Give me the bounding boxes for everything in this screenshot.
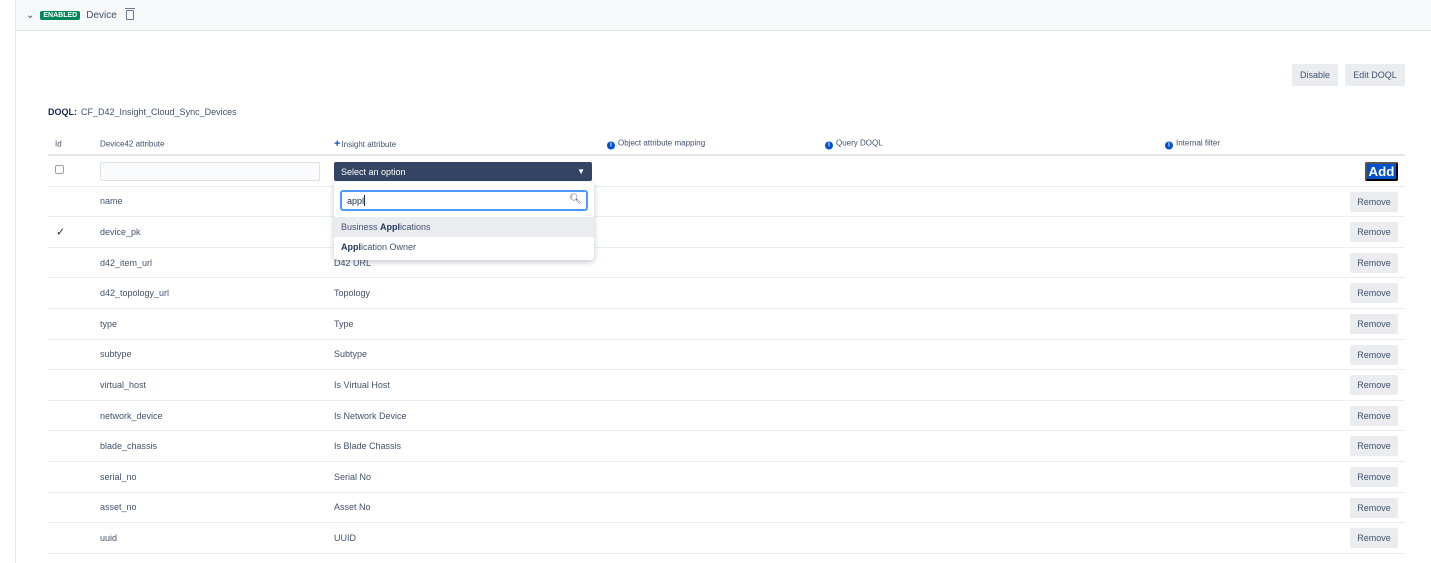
remove-button[interactable]: Remove (1350, 252, 1398, 273)
option-match: Appl (380, 222, 401, 232)
chevron-down-icon[interactable]: ⌄ (26, 10, 34, 21)
device42-attribute: subtype (100, 349, 132, 360)
info-icon[interactable]: i (607, 141, 615, 150)
search-value: appl (347, 195, 365, 206)
table-row: subtype Subtype Remove (48, 340, 1405, 371)
col-query: i Query DOQL (825, 139, 883, 150)
check-icon: ✓ (56, 226, 66, 239)
device42-attribute: serial_no (100, 471, 137, 482)
col-device42: Device42 attribute (100, 139, 165, 149)
insight-attribute: Is Network Device (334, 410, 407, 421)
table-row: asset_no Asset No Remove (48, 493, 1405, 524)
device42-attribute: d42_item_url (100, 257, 153, 268)
plus-icon[interactable]: + (334, 138, 340, 150)
device42-attribute: uuid (100, 532, 118, 543)
info-icon[interactable]: i (825, 141, 833, 150)
remove-button[interactable]: Remove (1350, 497, 1398, 518)
remove-button[interactable]: Remove (1350, 436, 1398, 457)
search-icon: 🔍︎ (569, 194, 582, 205)
info-icon[interactable]: i (1165, 141, 1173, 150)
option-text: Business (341, 222, 381, 232)
id-checkbox[interactable] (55, 165, 64, 174)
col-filter: i Internal filter (1165, 139, 1220, 150)
insight-attribute: UUID (334, 532, 356, 543)
dropdown-search-input[interactable]: appl 🔍︎ (340, 190, 588, 211)
table-row: blade_chassis Is Blade Chassis Remove (48, 431, 1405, 462)
device42-attribute: blade_chassis (100, 441, 158, 452)
remove-button[interactable]: Remove (1350, 405, 1398, 426)
table-row: d42_item_url D42 URL Remove (48, 248, 1405, 279)
device42-attribute-input[interactable] (100, 162, 320, 181)
dropdown-option[interactable]: Business Appl ications (334, 217, 594, 237)
insight-attribute: Topology (334, 288, 371, 299)
table-row: virtual_host Is Virtual Host Remove (48, 370, 1405, 401)
insight-attribute-select[interactable]: Select an option ▼ (334, 162, 592, 181)
option-text: ications (400, 222, 431, 232)
insight-attribute: Asset No (334, 502, 371, 513)
device42-attribute: d42_topology_url (100, 288, 170, 299)
col-filter-label: Internal filter (1176, 138, 1221, 148)
table-row: uuid UUID Remove (48, 523, 1405, 554)
remove-button[interactable]: Remove (1350, 466, 1398, 487)
col-id: Id (55, 139, 62, 149)
remove-button[interactable]: Remove (1350, 528, 1398, 549)
col-query-label: Query DOQL (836, 138, 883, 148)
device42-attribute: device_pk (100, 226, 141, 237)
insight-attribute: Is Blade Chassis (334, 441, 402, 452)
status-badge: ENABLED (40, 10, 81, 20)
option-text: ication Owner (361, 242, 417, 252)
edit-doql-button[interactable]: Edit DOQL (1345, 64, 1405, 86)
select-dropdown: appl 🔍︎ Business Appl ications Appl ication … (334, 182, 594, 260)
select-placeholder: Select an option (341, 166, 406, 177)
add-button[interactable]: Add (1365, 162, 1398, 181)
remove-button[interactable]: Remove (1350, 191, 1398, 212)
insight-attribute: Is Virtual Host (334, 379, 390, 390)
device42-attribute: name (100, 196, 123, 207)
doql-label: DOQL: (48, 107, 77, 117)
mapping-table: Id Device42 attribute +Insight attribute… (48, 134, 1405, 554)
table-row: network_device Is Network Device Remove (48, 401, 1405, 432)
new-row: Select an option ▼ Add (48, 156, 1405, 187)
remove-button[interactable]: Remove (1350, 313, 1398, 334)
option-match: Appl (341, 242, 361, 252)
trash-icon[interactable] (124, 8, 135, 20)
insight-attribute: Subtype (334, 349, 368, 360)
device42-attribute: virtual_host (100, 379, 147, 390)
table-header: Id Device42 attribute +Insight attribute… (48, 134, 1405, 156)
panel-header[interactable]: ⌄ ENABLED Device (16, 0, 1431, 31)
doql-value: CF_D42_Insight_Cloud_Sync_Devices (81, 107, 237, 117)
col-mapping: i Object attribute mapping (607, 139, 705, 150)
col-insight-label: Insight attribute (341, 140, 397, 149)
col-insight[interactable]: +Insight attribute (334, 138, 396, 150)
doql-line: DOQL: CF_D42_Insight_Cloud_Sync_Devices (48, 107, 237, 117)
device42-attribute: network_device (100, 410, 163, 421)
remove-button[interactable]: Remove (1350, 222, 1398, 243)
chevron-down-icon: ▼ (577, 167, 585, 176)
table-row: serial_no Serial No Remove (48, 462, 1405, 493)
table-row: name Remove (48, 187, 1405, 218)
dropdown-option[interactable]: Appl ication Owner (334, 237, 594, 257)
col-mapping-label: Object attribute mapping (618, 138, 706, 148)
remove-button[interactable]: Remove (1350, 283, 1398, 304)
table-row: type Type Remove (48, 309, 1405, 340)
table-row: ✓ device_pk Remove (48, 217, 1405, 248)
insight-attribute: Type (334, 318, 354, 329)
insight-attribute: Serial No (334, 471, 372, 482)
text-cursor (364, 195, 366, 206)
device42-attribute: type (100, 318, 118, 329)
table-row: d42_topology_url Topology Remove (48, 278, 1405, 309)
device42-attribute: asset_no (100, 502, 137, 513)
disable-button[interactable]: Disable (1292, 64, 1338, 86)
remove-button[interactable]: Remove (1350, 375, 1398, 396)
remove-button[interactable]: Remove (1350, 344, 1398, 365)
panel-title: Device (86, 9, 117, 21)
